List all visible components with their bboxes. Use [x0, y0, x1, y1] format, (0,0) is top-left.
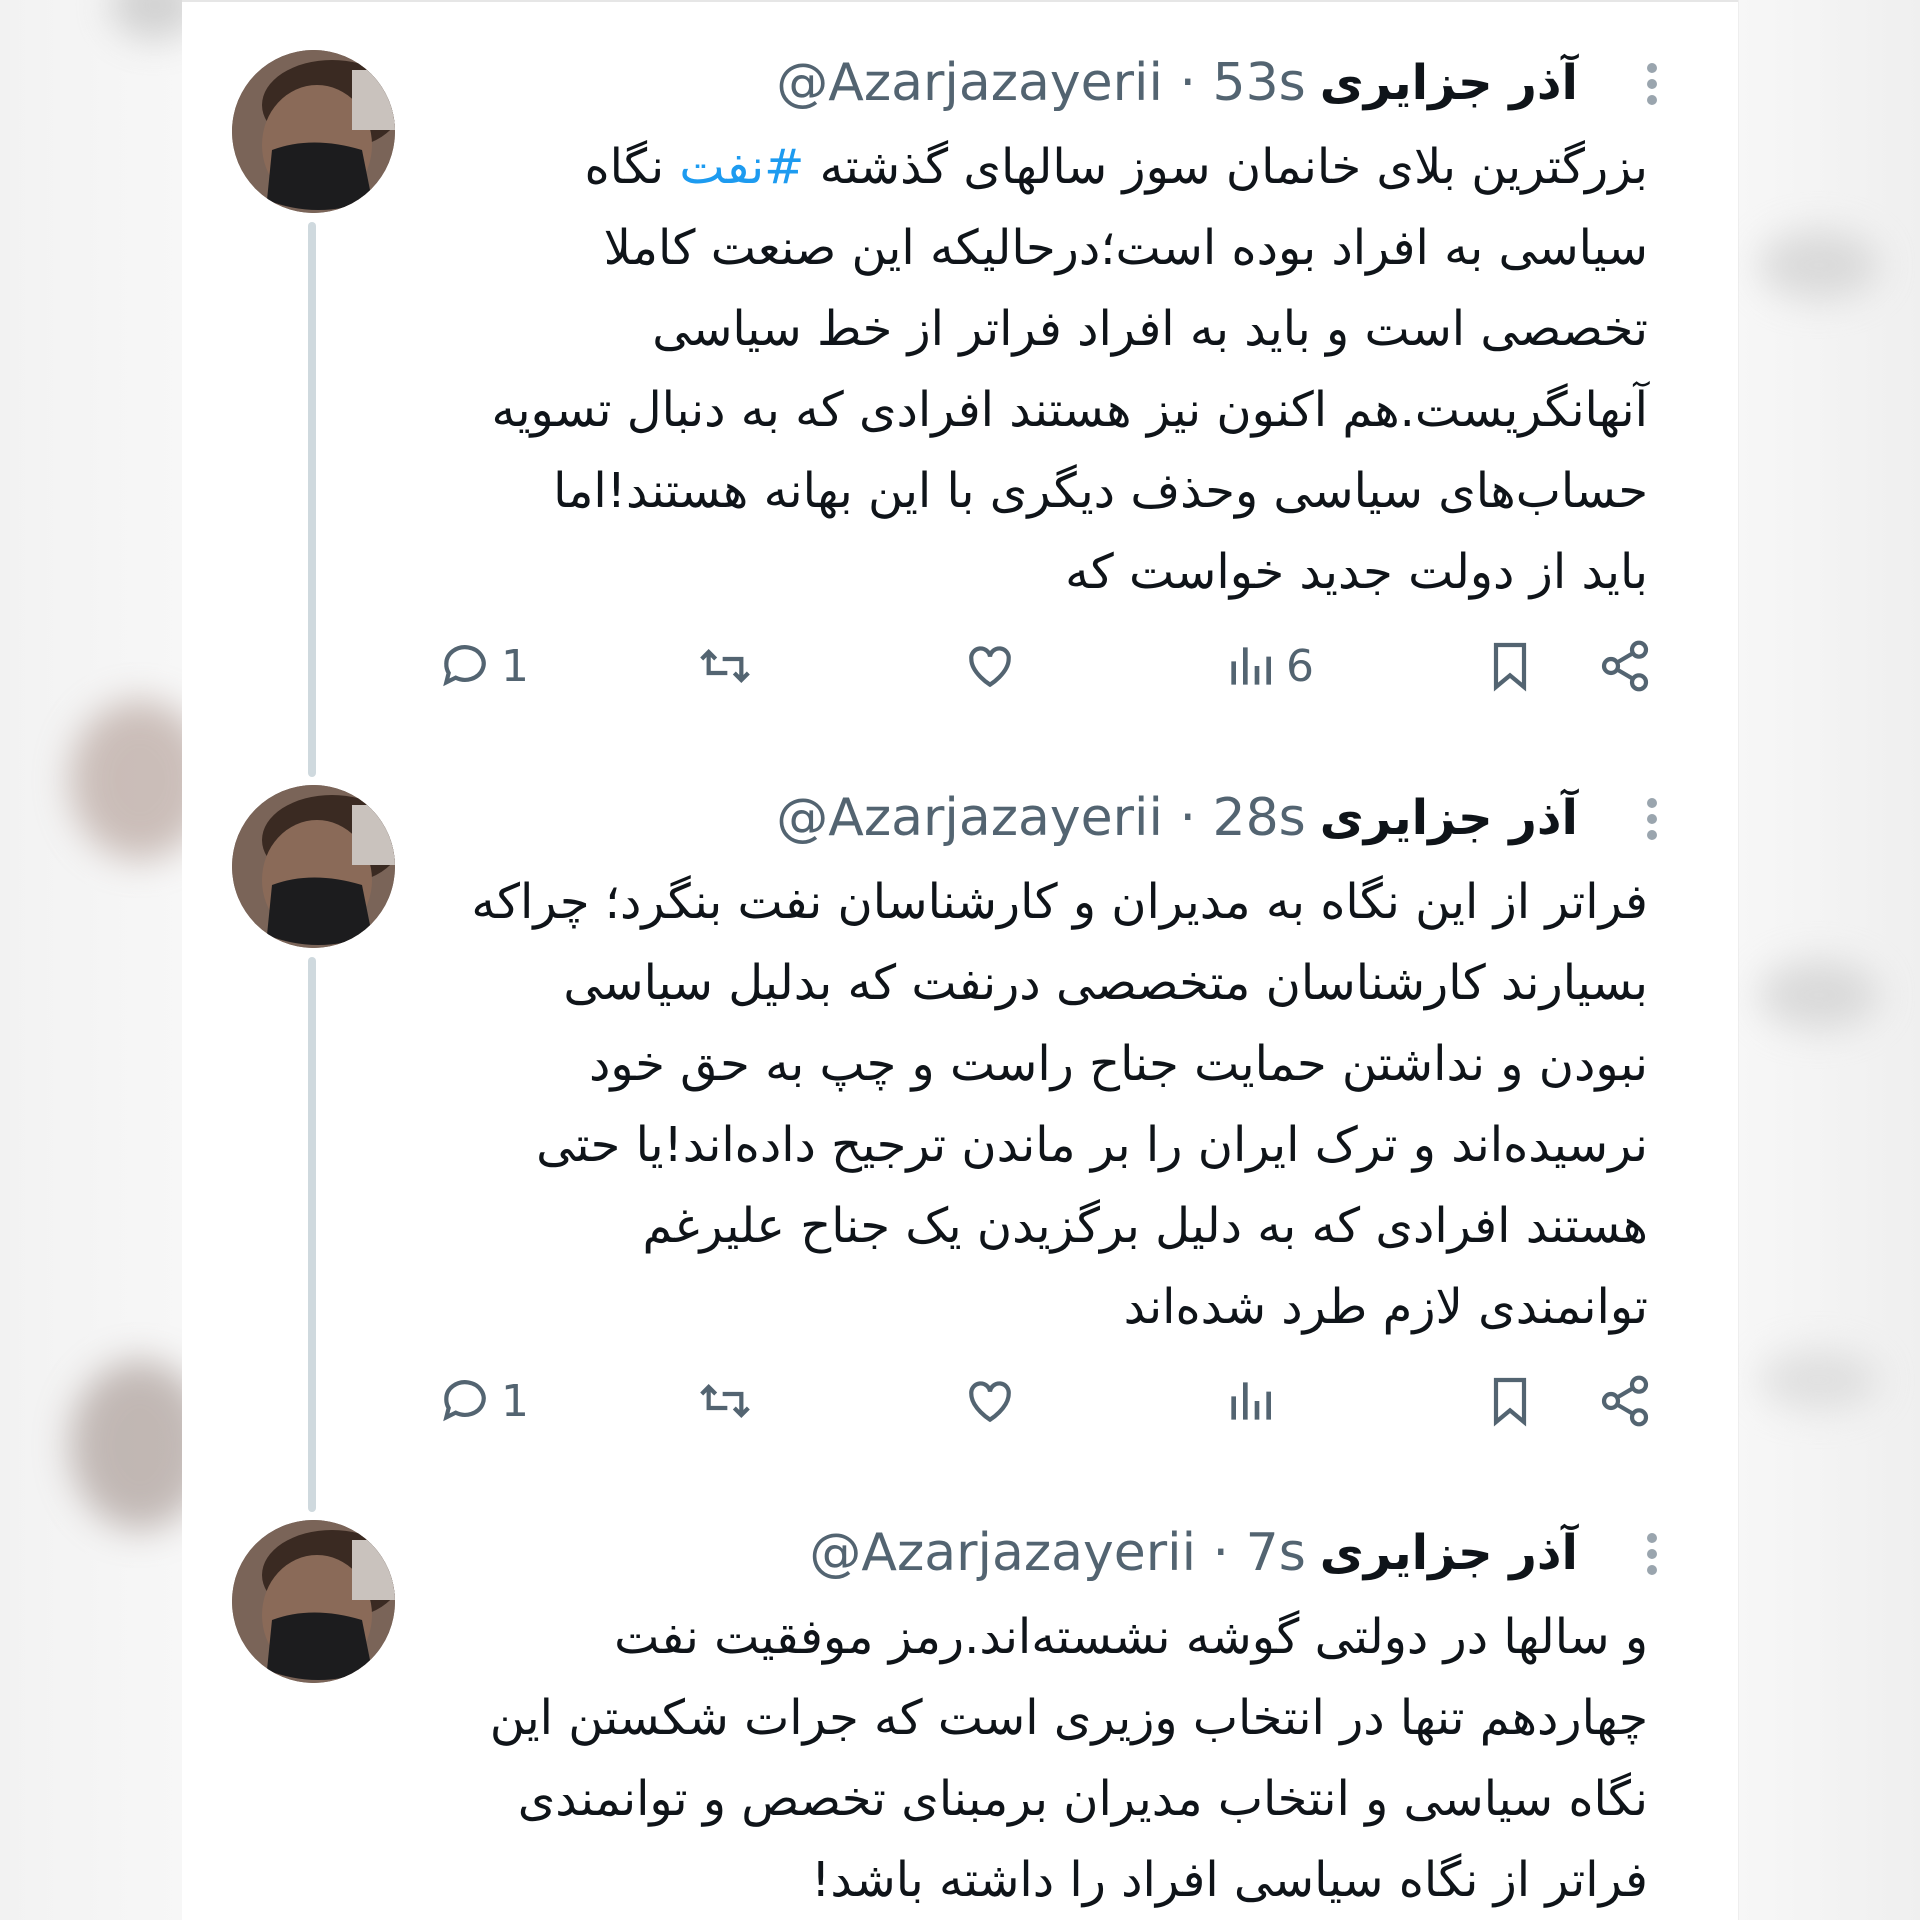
tweet-header: آذر جزایری @Azarjazayerii · 53s: [776, 48, 1578, 118]
like-button[interactable]: [962, 1373, 1018, 1429]
tweet-header: آذر جزایری @Azarjazayerii · 7s: [809, 1518, 1578, 1588]
right-blurred-background: [1738, 0, 1920, 1920]
avatar[interactable]: [232, 50, 395, 213]
retweet-icon: [700, 1384, 750, 1418]
tweet-text: فراتر از این نگاه به مدیران و کارشناسان …: [471, 874, 1648, 1335]
left-blurred-background: [0, 0, 210, 1920]
tweet-3[interactable]: آذر جزایری @Azarjazayerii · 7s و سالها د…: [182, 1472, 1738, 1922]
share-button[interactable]: [1597, 1373, 1653, 1429]
avatar[interactable]: [232, 785, 395, 948]
views-icon: [1231, 647, 1271, 685]
timestamp: · 53s: [1179, 53, 1306, 113]
display-name[interactable]: آذر جزایری: [1320, 790, 1578, 846]
timestamp: · 28s: [1179, 788, 1306, 848]
like-button[interactable]: [962, 638, 1018, 694]
views-count: 6: [1286, 640, 1314, 692]
user-handle[interactable]: @Azarjazayerii · 28s: [776, 788, 1305, 848]
tweet-actions: 1: [182, 1373, 1738, 1443]
more-icon[interactable]: [1637, 1527, 1667, 1587]
bookmark-button[interactable]: [1482, 638, 1538, 694]
user-handle[interactable]: @Azarjazayerii · 53s: [776, 53, 1305, 113]
avatar[interactable]: [232, 1520, 395, 1683]
tweet-1[interactable]: آذر جزایری @Azarjazayerii · 53s بزرگترین…: [182, 2, 1738, 777]
user-handle[interactable]: @Azarjazayerii · 7s: [809, 1523, 1305, 1583]
retweet-button[interactable]: [697, 1373, 753, 1429]
retweet-button[interactable]: [697, 638, 753, 694]
reply-icon: [443, 645, 486, 687]
tweet-text: و سالها در دولتی گوشه نشسته‌اند.رمز موفق…: [489, 1609, 1648, 1908]
reply-count: 1: [501, 640, 529, 692]
tweet-actions: 1 6: [182, 638, 1738, 708]
reply-icon: [443, 1380, 486, 1422]
reply-button[interactable]: 1: [437, 1373, 529, 1429]
bookmark-icon: [1493, 1377, 1527, 1427]
tweet-text: بزرگترین بلای خانمان سوز سالهای گذشته #ن…: [491, 139, 1648, 600]
timestamp: · 7s: [1212, 1523, 1306, 1583]
reply-button[interactable]: 1: [437, 638, 529, 694]
views-button[interactable]: [1222, 1373, 1286, 1429]
display-name[interactable]: آذر جزایری: [1320, 55, 1578, 111]
share-icon: [1601, 1375, 1649, 1427]
like-icon: [969, 1381, 1011, 1423]
display-name[interactable]: آذر جزایری: [1320, 1525, 1578, 1581]
tweet-2[interactable]: آذر جزایری @Azarjazayerii · 28s فراتر از…: [182, 737, 1738, 1512]
share-button[interactable]: [1597, 638, 1653, 694]
retweet-icon: [700, 649, 750, 683]
hashtag-link[interactable]: #نفت: [679, 139, 804, 195]
bookmark-icon: [1493, 642, 1527, 692]
more-icon[interactable]: [1637, 57, 1667, 117]
views-icon: [1231, 1382, 1271, 1420]
bookmark-button[interactable]: [1482, 1373, 1538, 1429]
tweet-thread: آذر جزایری @Azarjazayerii · 53s بزرگترین…: [182, 0, 1738, 1922]
tweet-header: آذر جزایری @Azarjazayerii · 28s: [776, 783, 1578, 853]
like-icon: [969, 646, 1011, 688]
share-icon: [1601, 640, 1649, 692]
views-button[interactable]: 6: [1222, 638, 1314, 694]
more-icon[interactable]: [1637, 792, 1667, 852]
reply-count: 1: [501, 1375, 529, 1427]
